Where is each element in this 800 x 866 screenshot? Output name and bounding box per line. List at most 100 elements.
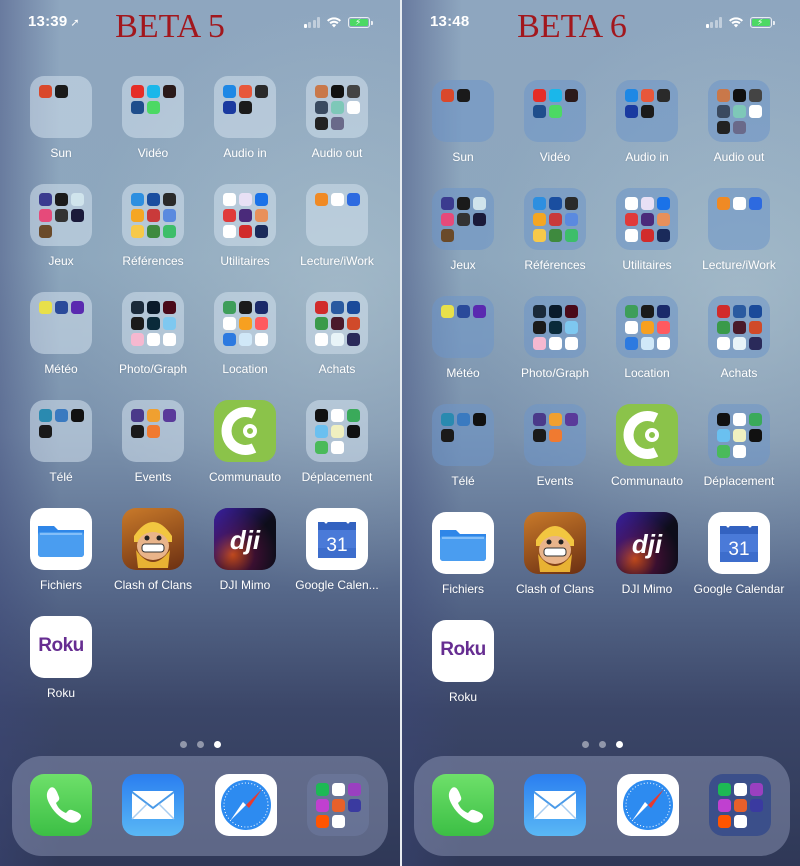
folder-mini-app-icon	[473, 305, 486, 318]
dock-mail-app[interactable]	[524, 774, 586, 836]
app-label: Clash of Clans	[515, 582, 595, 596]
folder-mini-app-icon	[718, 783, 731, 796]
folder-audio-in[interactable]: Audio in	[199, 76, 291, 160]
app-label: Vidéo	[137, 146, 169, 160]
app-dji-mimo[interactable]: dji DJI Mimo	[601, 512, 693, 596]
folder-mini-app-icon	[441, 197, 454, 210]
folder-events[interactable]: Events	[107, 400, 199, 484]
folder-mini-app-icon	[239, 209, 252, 222]
folder-photo-graph[interactable]: Photo/Graph	[107, 292, 199, 376]
folder-mini-app-icon	[657, 305, 670, 318]
wifi-icon	[327, 17, 341, 28]
folder-mini-app-icon	[473, 197, 486, 210]
folder-mini-app-icon	[347, 409, 360, 422]
folder-mini-app-icon	[565, 213, 578, 226]
dock-phone-app[interactable]	[30, 774, 92, 836]
folder-mini-app-icon	[239, 301, 252, 314]
folder-sun[interactable]: Sun	[15, 76, 107, 160]
folder-mini-app-icon	[657, 197, 670, 210]
folder-achats[interactable]: Achats	[693, 296, 785, 380]
folder-location[interactable]: Location	[601, 296, 693, 380]
app-communauto[interactable]: Communauto	[199, 400, 291, 484]
folder-mini-app-icon	[657, 337, 670, 350]
folder-audio-out[interactable]: Audio out	[291, 76, 383, 160]
folder-deplacement[interactable]: Déplacement	[693, 404, 785, 488]
app-label: Déplacement	[703, 474, 775, 488]
folder-jeux[interactable]: Jeux	[15, 184, 107, 268]
folder-deplacement[interactable]: Déplacement	[291, 400, 383, 484]
folder-icon	[524, 296, 586, 358]
folder-icon	[122, 292, 184, 354]
folder-meteo[interactable]: Météo	[15, 292, 107, 376]
folder-meteo[interactable]: Météo	[417, 296, 509, 380]
app-communauto[interactable]: Communauto	[601, 404, 693, 488]
folder-lecture-iwork[interactable]: Lecture/iWork	[291, 184, 383, 268]
folder-mini-app-icon	[457, 197, 470, 210]
folder-mini-app-icon	[657, 213, 670, 226]
folder-mini-app-icon	[750, 783, 763, 796]
folder-mini-app-icon	[39, 193, 52, 206]
app-label: Achats	[318, 362, 356, 376]
folder-mini-app-icon	[223, 209, 236, 222]
folder-mini-app-icon	[348, 783, 361, 796]
folder-mini-app-icon	[315, 301, 328, 314]
folder-tele[interactable]: Télé	[417, 404, 509, 488]
page-indicator[interactable]	[0, 741, 400, 748]
folder-achats[interactable]: Achats	[291, 292, 383, 376]
folder-mini-app-icon	[734, 783, 747, 796]
app-dji-mimo[interactable]: dji DJI Mimo	[199, 508, 291, 592]
folder-jeux[interactable]: Jeux	[417, 188, 509, 272]
folder-events[interactable]: Events	[509, 404, 601, 488]
app-label: Clash of Clans	[113, 578, 193, 592]
folder-mini-app-icon	[331, 85, 344, 98]
app-roku[interactable]: Roku Roku	[417, 620, 509, 704]
folder-mini-app-icon	[641, 197, 654, 210]
dock-music-folder[interactable]	[307, 774, 369, 836]
app-fichiers[interactable]: Fichiers	[15, 508, 107, 592]
folder-references[interactable]: Références	[107, 184, 199, 268]
app-label: Météo	[44, 362, 78, 376]
folder-mini-app-icon	[549, 413, 562, 426]
folder-mini-app-icon	[533, 337, 546, 350]
folder-sun[interactable]: Sun	[417, 80, 509, 164]
folder-utilitaires[interactable]: Utilitaires	[601, 188, 693, 272]
folder-mini-app-icon	[163, 209, 176, 222]
app-clash-of-clans[interactable]: Clash of Clans	[509, 512, 601, 596]
google-calendar-icon: 31	[708, 512, 770, 574]
dock-safari-app[interactable]	[617, 774, 679, 836]
folder-location[interactable]: Location	[199, 292, 291, 376]
folder-audio-out[interactable]: Audio out	[693, 80, 785, 164]
folder-mini-app-icon	[347, 425, 360, 438]
dock-music-folder[interactable]	[709, 774, 771, 836]
folder-utilitaires[interactable]: Utilitaires	[199, 184, 291, 268]
phone-handset-icon	[46, 787, 81, 823]
folder-mini-app-icon	[316, 799, 329, 812]
folder-icon	[306, 184, 368, 246]
app-label: Communauto	[610, 474, 684, 488]
folder-references[interactable]: Références	[509, 188, 601, 272]
folder-mini-app-icon	[71, 409, 84, 422]
folder-mini-app-icon	[131, 317, 144, 330]
folder-mini-app-icon	[549, 321, 562, 334]
dock-mail-app[interactable]	[122, 774, 184, 836]
folder-mini-app-icon	[625, 105, 638, 118]
folder-lecture-iwork[interactable]: Lecture/iWork	[693, 188, 785, 272]
dock-phone-app[interactable]	[432, 774, 494, 836]
app-roku[interactable]: Roku Roku	[15, 616, 107, 700]
folder-video[interactable]: Vidéo	[107, 76, 199, 160]
folder-photo-graph[interactable]: Photo/Graph	[509, 296, 601, 380]
folder-mini-app-icon	[223, 317, 236, 330]
page-indicator[interactable]	[402, 741, 800, 748]
folder-mini-app-icon	[315, 317, 328, 330]
app-fichiers[interactable]: Fichiers	[417, 512, 509, 596]
folder-tele[interactable]: Télé	[15, 400, 107, 484]
app-clash-of-clans[interactable]: Clash of Clans	[107, 508, 199, 592]
app-google-calen[interactable]: 31 Google Calen...	[291, 508, 383, 592]
dock-safari-app[interactable]	[215, 774, 277, 836]
folder-audio-in[interactable]: Audio in	[601, 80, 693, 164]
folder-mini-app-icon	[163, 333, 176, 346]
folder-mini-app-icon	[457, 213, 470, 226]
folder-mini-app-icon	[331, 301, 344, 314]
app-google-calendar[interactable]: 31 Google Calendar	[693, 512, 785, 596]
folder-video[interactable]: Vidéo	[509, 80, 601, 164]
